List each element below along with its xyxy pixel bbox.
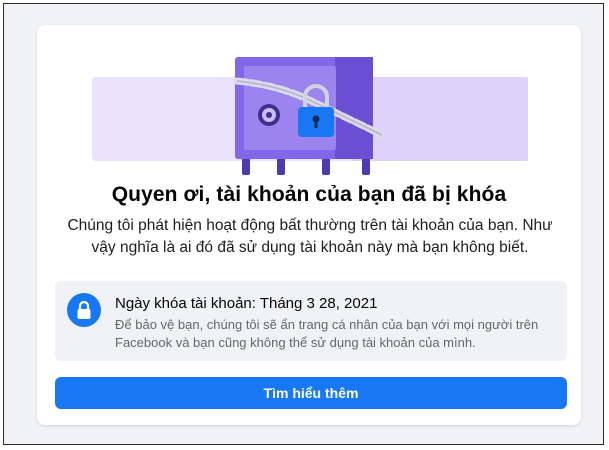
learn-more-button[interactable]: Tìm hiểu thêm — [55, 377, 567, 409]
lock-icon — [77, 300, 91, 319]
account-locked-card: Quyen ơi, tài khoản của bạn đã bị khóa C… — [37, 25, 581, 425]
lock-description: Chúng tôi phát hiện hoạt động bất thường… — [67, 217, 553, 256]
lock-badge — [67, 293, 101, 327]
page-title: Quyen ơi, tài khoản của bạn đã bị khóa — [111, 183, 507, 206]
locked-safe-illustration — [92, 57, 528, 175]
lock-date-title: Ngày khóa tài khoản: Tháng 3 28, 2021 — [115, 295, 378, 312]
lock-explanation: Để bảo vệ bạn, chúng tôi sẽ ẩn trang cá … — [115, 317, 539, 350]
lock-date-info-box: Ngày khóa tài khoản: Tháng 3 28, 2021 Để… — [55, 281, 567, 361]
screenshot-frame: Quyen ơi, tài khoản của bạn đã bị khóa C… — [3, 3, 604, 445]
